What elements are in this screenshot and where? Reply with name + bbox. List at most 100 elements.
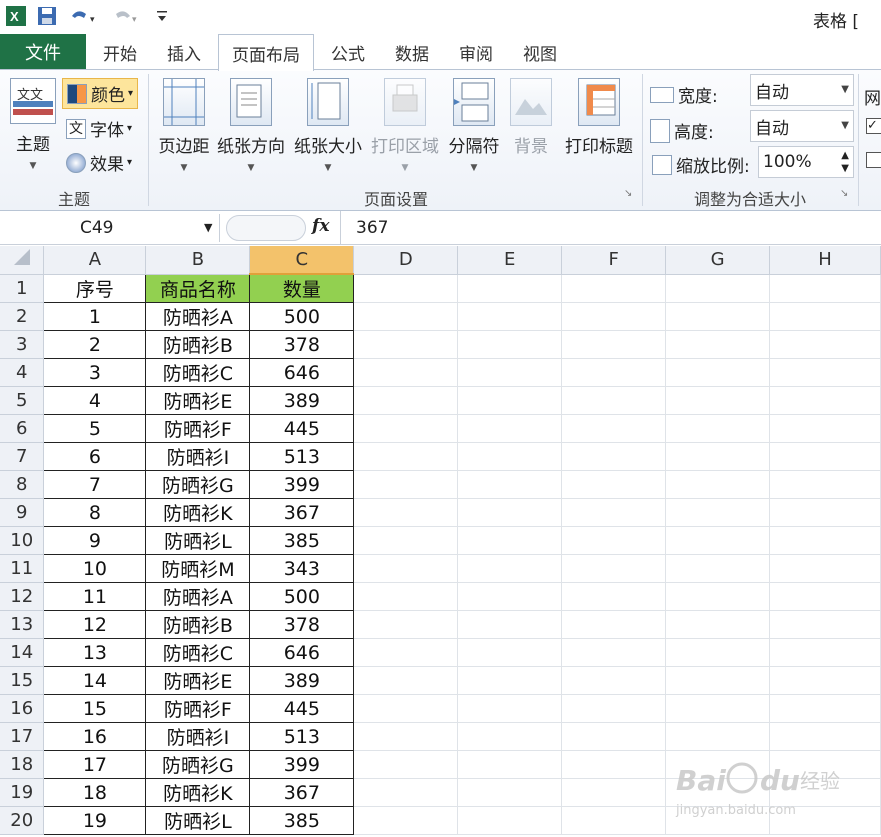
empty-cell[interactable] (561, 414, 667, 443)
empty-cell[interactable] (561, 302, 667, 331)
empty-cell[interactable] (353, 582, 459, 611)
data-cell[interactable]: 378 (249, 330, 355, 359)
empty-cell[interactable] (561, 722, 667, 751)
empty-cell[interactable] (769, 498, 881, 527)
empty-cell[interactable] (561, 750, 667, 779)
scale-stepper[interactable]: 100% ▲ ▼ (758, 146, 854, 178)
data-cell[interactable]: 防晒衫G (145, 750, 251, 779)
data-cell[interactable]: 6 (43, 442, 147, 471)
empty-cell[interactable] (769, 666, 881, 695)
print-area-button[interactable]: 打印区域 ▼ (368, 74, 442, 173)
gridlines-print-checkbox[interactable] (866, 152, 881, 168)
gridlines-view-checkbox[interactable]: ✓ (866, 118, 881, 134)
data-cell[interactable]: 7 (43, 470, 147, 499)
data-cell[interactable]: 防晒衫A (145, 582, 251, 611)
data-cell[interactable]: 385 (249, 806, 355, 835)
empty-cell[interactable] (457, 386, 563, 415)
empty-cell[interactable] (769, 302, 881, 331)
data-cell[interactable]: 646 (249, 638, 355, 667)
tab-formulas[interactable]: 公式 (318, 34, 378, 70)
row-header[interactable]: 15 (0, 666, 45, 695)
data-cell[interactable]: 防晒衫E (145, 386, 251, 415)
row-header[interactable]: 8 (0, 470, 45, 499)
row-header[interactable]: 4 (0, 358, 45, 387)
data-cell[interactable]: 3 (43, 358, 147, 387)
data-cell[interactable]: 防晒衫F (145, 694, 251, 723)
empty-cell[interactable] (561, 554, 667, 583)
data-cell[interactable]: 防晒衫B (145, 330, 251, 359)
row-header[interactable]: 18 (0, 750, 45, 779)
header-cell[interactable]: 商品名称 (145, 273, 251, 303)
row-header[interactable]: 11 (0, 554, 45, 583)
empty-cell[interactable] (665, 610, 770, 639)
empty-cell[interactable] (457, 470, 563, 499)
data-cell[interactable]: 15 (43, 694, 147, 723)
data-cell[interactable]: 19 (43, 806, 147, 835)
empty-cell[interactable] (769, 470, 881, 499)
empty-cell[interactable] (665, 526, 770, 555)
data-cell[interactable]: 445 (249, 694, 355, 723)
row-header[interactable]: 3 (0, 330, 45, 359)
data-cell[interactable]: 500 (249, 582, 355, 611)
data-cell[interactable]: 1 (43, 302, 147, 331)
empty-cell[interactable] (665, 638, 770, 667)
empty-cell[interactable] (769, 554, 881, 583)
theme-fonts-button[interactable]: 文 字体 ▾ (66, 116, 132, 141)
empty-cell[interactable] (353, 694, 459, 723)
margins-button[interactable]: 页边距 ▼ (154, 74, 214, 173)
empty-cell[interactable] (561, 666, 667, 695)
data-cell[interactable]: 385 (249, 526, 355, 555)
tab-page-layout[interactable]: 页面布局 (218, 34, 314, 71)
empty-cell[interactable] (561, 442, 667, 471)
empty-cell[interactable] (353, 358, 459, 387)
empty-cell[interactable] (665, 386, 770, 415)
tab-data[interactable]: 数据 (382, 34, 442, 70)
empty-cell[interactable] (457, 722, 563, 751)
empty-cell[interactable] (769, 526, 881, 555)
data-cell[interactable]: 11 (43, 582, 147, 611)
column-header-e[interactable]: E (457, 246, 563, 275)
formula-input[interactable]: 367 (340, 211, 881, 245)
column-header-g[interactable]: G (665, 246, 770, 275)
size-button[interactable]: 纸张大小 ▼ (290, 74, 366, 173)
empty-cell[interactable] (353, 470, 459, 499)
row-header[interactable]: 2 (0, 302, 45, 331)
row-header[interactable]: 20 (0, 806, 45, 835)
data-cell[interactable]: 防晒衫I (145, 442, 251, 471)
data-cell[interactable]: 防晒衫K (145, 778, 251, 807)
themes-button[interactable]: 文文 主题 ▼ (8, 74, 58, 171)
empty-cell[interactable] (665, 554, 770, 583)
data-cell[interactable]: 378 (249, 610, 355, 639)
insert-function-icon[interactable]: fx (312, 216, 329, 236)
empty-cell[interactable] (353, 638, 459, 667)
empty-cell[interactable] (665, 498, 770, 527)
empty-cell[interactable] (353, 778, 459, 807)
empty-cell[interactable] (561, 582, 667, 611)
tab-insert[interactable]: 插入 (154, 34, 214, 70)
empty-cell[interactable] (457, 442, 563, 471)
empty-cell[interactable] (457, 666, 563, 695)
data-cell[interactable]: 445 (249, 414, 355, 443)
empty-cell[interactable] (353, 610, 459, 639)
select-all-corner[interactable] (0, 246, 45, 275)
data-cell[interactable]: 防晒衫C (145, 358, 251, 387)
column-header-b[interactable]: B (145, 246, 251, 275)
data-cell[interactable]: 5 (43, 414, 147, 443)
data-cell[interactable]: 2 (43, 330, 147, 359)
header-cell[interactable]: 数量 (249, 273, 355, 303)
empty-cell[interactable] (665, 302, 770, 331)
data-cell[interactable]: 14 (43, 666, 147, 695)
empty-cell[interactable] (665, 330, 770, 359)
empty-cell[interactable] (353, 274, 459, 303)
empty-cell[interactable] (769, 414, 881, 443)
empty-cell[interactable] (353, 526, 459, 555)
empty-cell[interactable] (769, 358, 881, 387)
empty-cell[interactable] (665, 694, 770, 723)
undo-icon[interactable]: ▾ (66, 4, 100, 28)
tab-view[interactable]: 视图 (510, 34, 570, 70)
row-header[interactable]: 10 (0, 526, 45, 555)
empty-cell[interactable] (353, 750, 459, 779)
redo-icon[interactable]: ▾ (108, 4, 142, 28)
tab-home[interactable]: 开始 (90, 34, 150, 70)
data-cell[interactable]: 防晒衫E (145, 666, 251, 695)
